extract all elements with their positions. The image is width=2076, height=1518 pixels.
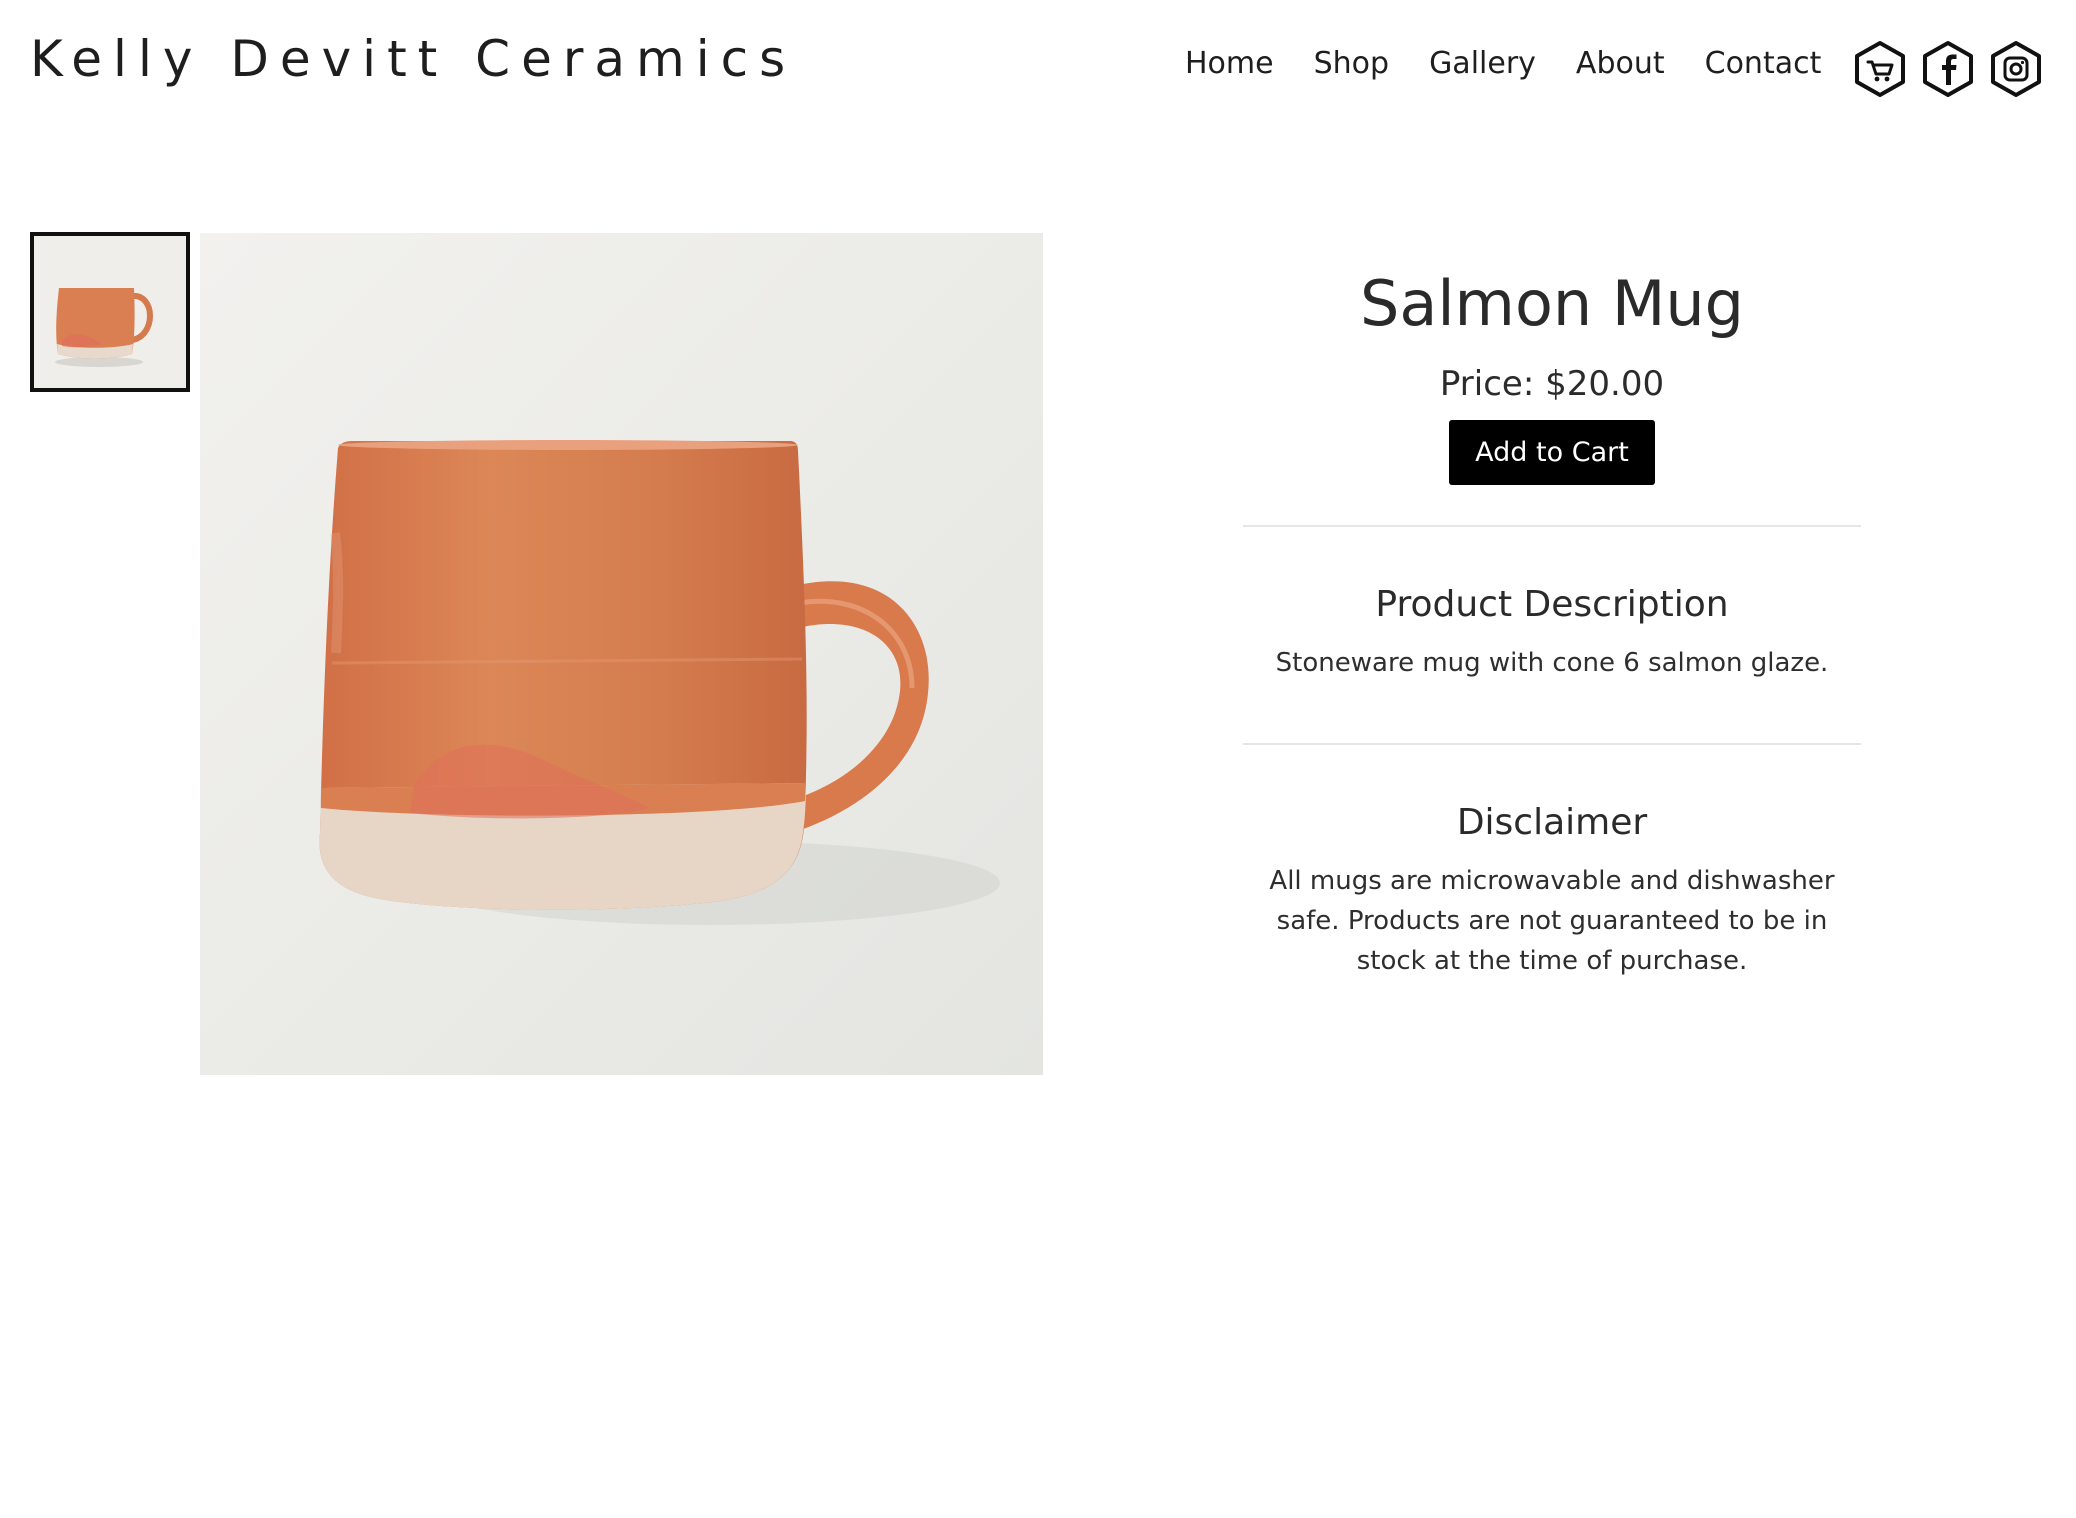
nav-shop[interactable]: Shop — [1314, 46, 1389, 81]
disclaimer-text: All mugs are microwavable and dishwasher… — [1269, 866, 1835, 976]
product-info-panel: Salmon Mug Price: $20.00 Add to Cart Pro… — [1243, 268, 1861, 981]
nav-about[interactable]: About — [1576, 46, 1665, 81]
thumbnail-mug-image — [34, 236, 186, 388]
divider — [1243, 525, 1861, 527]
main-nav: Home Shop Gallery About Contact — [1185, 46, 1821, 81]
description-text: Stoneware mug with cone 6 salmon glaze. — [1275, 648, 1829, 678]
price-value: $20.00 — [1545, 364, 1665, 404]
nav-contact[interactable]: Contact — [1705, 46, 1822, 81]
site-title[interactable]: Kelly Devitt Ceramics — [30, 30, 796, 88]
price-label: Price: — [1439, 364, 1535, 404]
description-heading: Product Description — [1375, 584, 1729, 625]
divider — [1243, 743, 1861, 745]
social-links — [1853, 40, 2043, 98]
product-image[interactable] — [200, 233, 1043, 1075]
product-title: Salmon Mug — [1359, 267, 1745, 340]
price-line: Price: $20.00 — [1243, 362, 1861, 406]
instagram-icon[interactable] — [1989, 40, 2043, 98]
disclaimer-heading: Disclaimer — [1456, 802, 1648, 843]
facebook-icon[interactable] — [1921, 40, 1975, 98]
nav-home[interactable]: Home — [1185, 46, 1274, 81]
add-to-cart-button[interactable]: Add to Cart — [1449, 420, 1655, 485]
product-thumbnail[interactable] — [30, 232, 190, 392]
cart-icon[interactable] — [1853, 40, 1907, 98]
nav-gallery[interactable]: Gallery — [1429, 46, 1536, 81]
